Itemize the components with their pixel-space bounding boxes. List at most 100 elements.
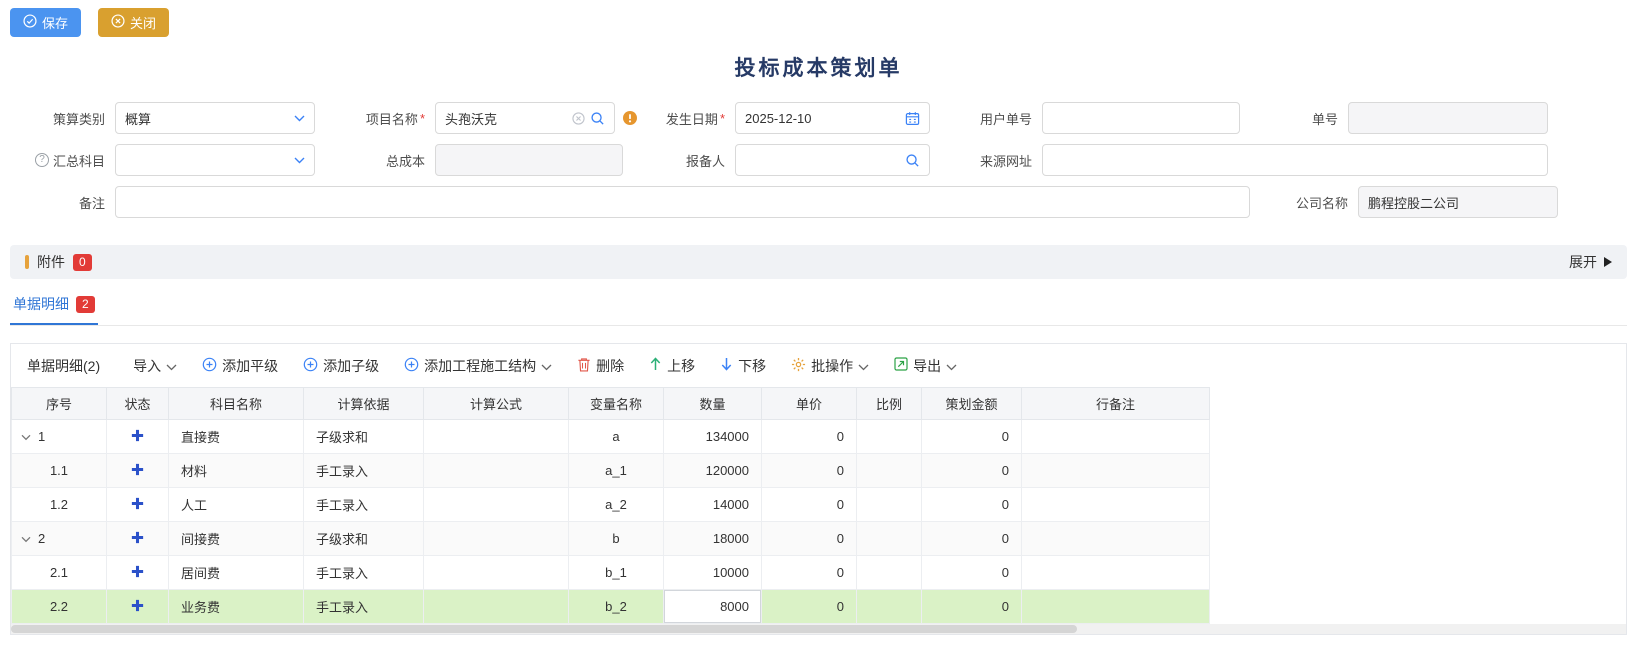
clear-icon[interactable]	[572, 112, 585, 125]
cell-ratio[interactable]	[857, 420, 922, 454]
column-header-ratio[interactable]: 比例	[857, 388, 922, 420]
cell-qty[interactable]: 10000	[664, 556, 762, 590]
user-order-no-input[interactable]	[1042, 102, 1240, 134]
cell-qty[interactable]: 120000	[664, 454, 762, 488]
toolbar-add-sibling-button[interactable]: 添加平级	[202, 356, 278, 376]
toolbar-move-up-button[interactable]: 上移	[649, 356, 695, 376]
remark-value[interactable]	[125, 195, 1240, 210]
source-url-input[interactable]	[1042, 144, 1548, 176]
cell-price[interactable]: 0	[762, 488, 857, 522]
cell-formula[interactable]	[424, 590, 569, 624]
toolbar-delete-button[interactable]: 删除	[577, 356, 624, 376]
occur-date-value[interactable]	[745, 111, 900, 126]
save-button[interactable]: 保存	[10, 8, 81, 37]
calendar-icon[interactable]	[905, 111, 920, 126]
cell-seq[interactable]: 2.1	[12, 556, 107, 590]
column-header-note[interactable]: 行备注	[1022, 388, 1210, 420]
summary-subject-select[interactable]	[115, 144, 315, 176]
table-row[interactable]: 2.2业务费手工录入b_2800000	[12, 590, 1210, 624]
cell-ratio[interactable]	[857, 454, 922, 488]
column-header-qty[interactable]: 数量	[664, 388, 762, 420]
cell-basis[interactable]: 手工录入	[304, 590, 424, 624]
row-add-icon[interactable]	[131, 532, 144, 547]
close-button[interactable]: 关闭	[98, 8, 169, 37]
cell-variable[interactable]: b	[569, 522, 664, 556]
column-header-status[interactable]: 状态	[107, 388, 169, 420]
cell-note[interactable]	[1022, 420, 1210, 454]
cell-seq[interactable]: 1.1	[12, 454, 107, 488]
cell-basis[interactable]: 子级求和	[304, 522, 424, 556]
table-row[interactable]: 1直接费子级求和a13400000	[12, 420, 1210, 454]
toolbar-move-down-button[interactable]: 下移	[720, 356, 766, 376]
cell-basis[interactable]: 手工录入	[304, 488, 424, 522]
cell-variable[interactable]: b_1	[569, 556, 664, 590]
cell-basis[interactable]: 手工录入	[304, 454, 424, 488]
cell-ratio[interactable]	[857, 556, 922, 590]
toolbar-import-button[interactable]: 导入	[133, 356, 177, 376]
cell-price[interactable]: 0	[762, 420, 857, 454]
project-name-input[interactable]	[435, 102, 615, 134]
cell-subject[interactable]: 直接费	[169, 420, 304, 454]
toolbar-add-child-button[interactable]: 添加子级	[303, 356, 379, 376]
cell-variable[interactable]: a	[569, 420, 664, 454]
cell-ratio[interactable]	[857, 522, 922, 556]
horizontal-scrollbar[interactable]	[11, 624, 1626, 634]
row-add-icon[interactable]	[131, 430, 144, 445]
cell-qty[interactable]: 8000	[664, 590, 762, 624]
cell-status[interactable]	[107, 556, 169, 590]
cell-status[interactable]	[107, 420, 169, 454]
column-header-subject[interactable]: 科目名称	[169, 388, 304, 420]
cell-subject[interactable]: 间接费	[169, 522, 304, 556]
cell-subject[interactable]: 业务费	[169, 590, 304, 624]
toolbar-add-structure-button[interactable]: 添加工程施工结构	[404, 356, 552, 376]
cell-price[interactable]: 0	[762, 556, 857, 590]
column-header-price[interactable]: 单价	[762, 388, 857, 420]
cell-qty[interactable]: 134000	[664, 420, 762, 454]
reporter-input[interactable]	[735, 144, 930, 176]
reporter-value[interactable]	[745, 153, 900, 168]
cell-formula[interactable]	[424, 420, 569, 454]
cell-amount[interactable]: 0	[922, 488, 1022, 522]
row-add-icon[interactable]	[131, 566, 144, 581]
cell-ratio[interactable]	[857, 488, 922, 522]
cell-note[interactable]	[1022, 556, 1210, 590]
source-url-value[interactable]	[1052, 153, 1538, 168]
help-icon[interactable]	[35, 153, 49, 167]
cell-variable[interactable]: a_2	[569, 488, 664, 522]
toolbar-batch-ops-button[interactable]: 批操作	[791, 356, 869, 376]
expand-button[interactable]: 展开	[1569, 252, 1612, 272]
chevron-down-icon[interactable]	[294, 115, 305, 122]
cell-amount[interactable]: 0	[922, 590, 1022, 624]
user-order-no-value[interactable]	[1052, 111, 1230, 126]
row-add-icon[interactable]	[131, 464, 144, 479]
remark-input[interactable]	[115, 186, 1250, 218]
occur-date-input[interactable]	[735, 102, 930, 134]
cell-seq[interactable]: 1	[12, 420, 107, 454]
tab-detail[interactable]: 单据明细 2	[10, 294, 98, 325]
cell-status[interactable]	[107, 522, 169, 556]
summary-subject-value[interactable]	[125, 153, 289, 168]
attachment-bar[interactable]: 附件 0 展开	[10, 245, 1627, 279]
column-header-basis[interactable]: 计算依据	[304, 388, 424, 420]
tree-collapse-icon[interactable]	[21, 531, 31, 546]
cell-variable[interactable]: a_1	[569, 454, 664, 488]
cell-basis[interactable]: 手工录入	[304, 556, 424, 590]
cell-status[interactable]	[107, 488, 169, 522]
toolbar-export-button[interactable]: 导出	[894, 356, 957, 376]
cell-amount[interactable]: 0	[922, 454, 1022, 488]
cell-note[interactable]	[1022, 488, 1210, 522]
cell-formula[interactable]	[424, 454, 569, 488]
cell-ratio[interactable]	[857, 590, 922, 624]
column-header-seq[interactable]: 序号	[12, 388, 107, 420]
info-icon[interactable]	[615, 110, 645, 126]
column-header-variable[interactable]: 变量名称	[569, 388, 664, 420]
cell-note[interactable]	[1022, 454, 1210, 488]
table-row[interactable]: 1.1材料手工录入a_112000000	[12, 454, 1210, 488]
cell-note[interactable]	[1022, 590, 1210, 624]
cell-note[interactable]	[1022, 522, 1210, 556]
cell-status[interactable]	[107, 454, 169, 488]
cell-seq[interactable]: 2.2	[12, 590, 107, 624]
column-header-amount[interactable]: 策划金额	[922, 388, 1022, 420]
cell-basis[interactable]: 子级求和	[304, 420, 424, 454]
cell-variable[interactable]: b_2	[569, 590, 664, 624]
